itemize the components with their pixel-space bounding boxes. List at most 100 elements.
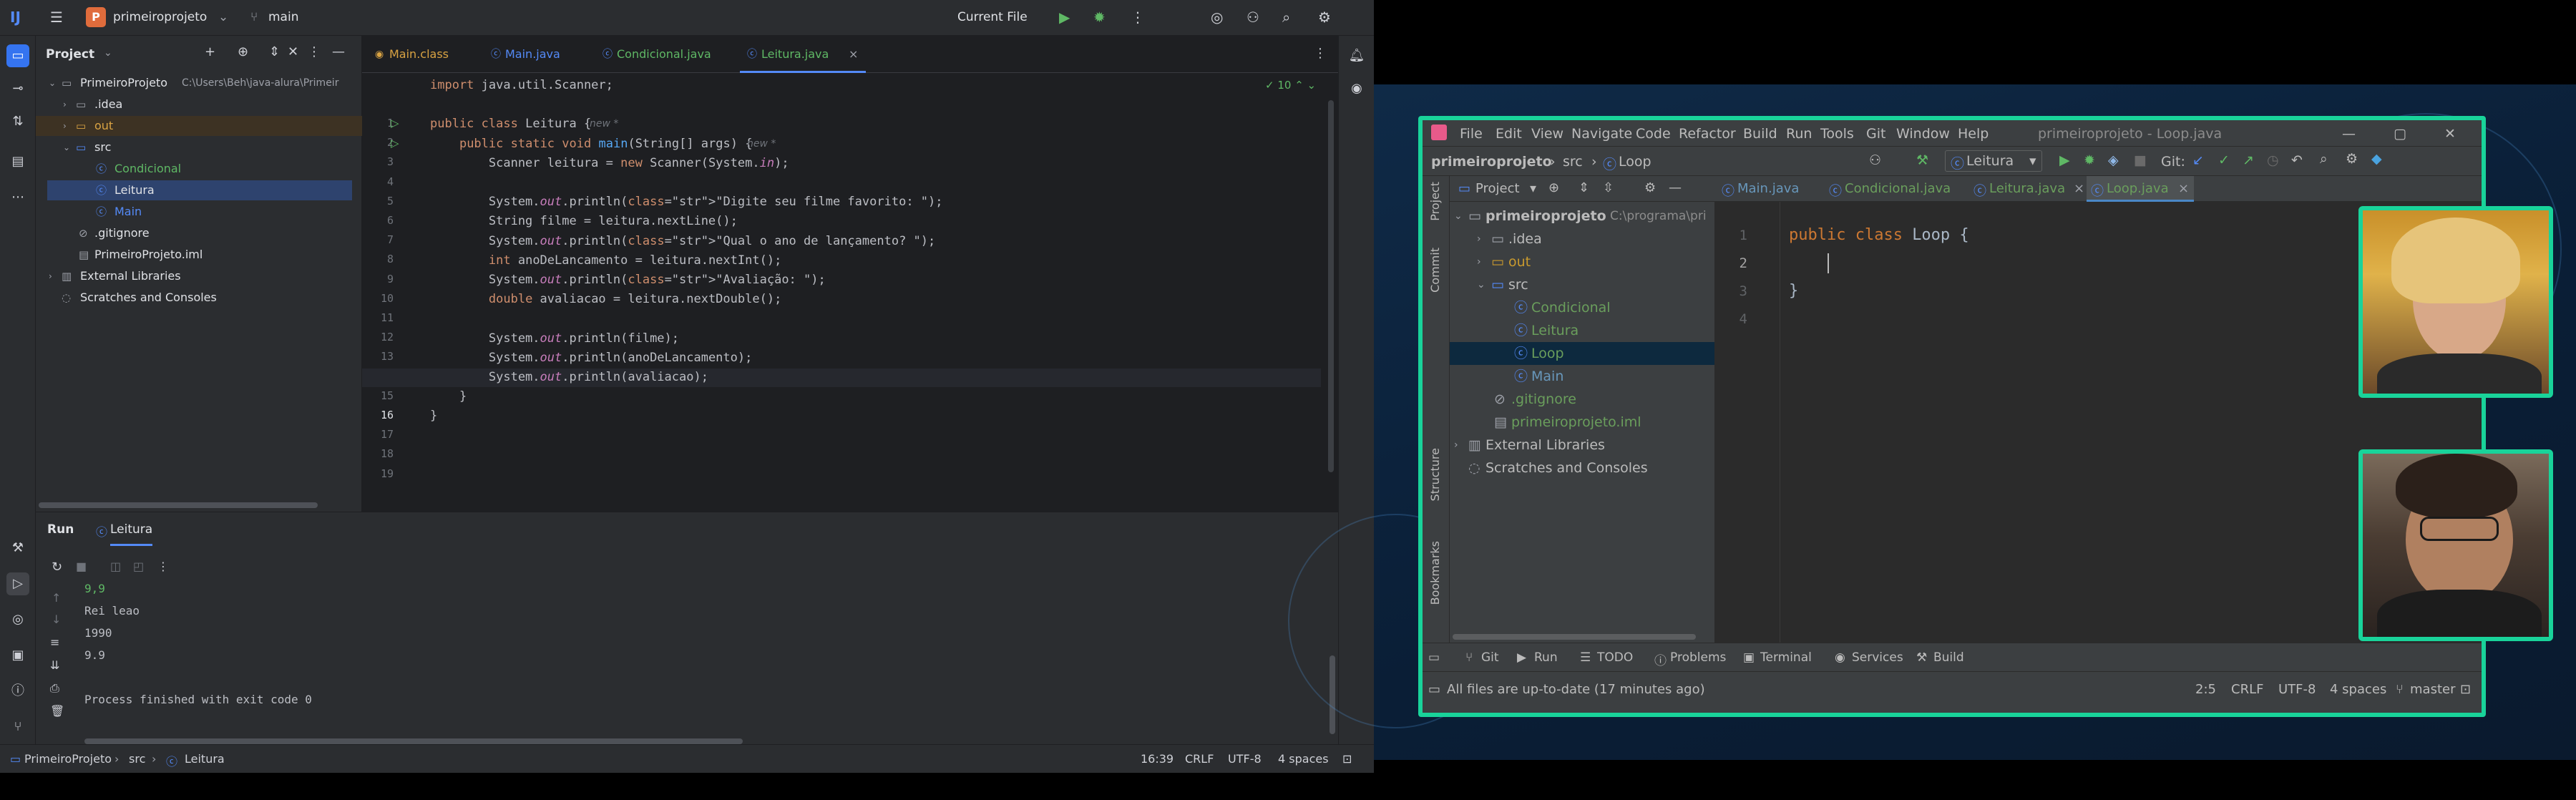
stop-icon[interactable]: ■	[2134, 152, 2147, 168]
run-tab-leitura[interactable]: Leitura	[110, 522, 153, 546]
gutter-run-icon[interactable]: ▷	[391, 117, 399, 130]
hamburger-menu-icon[interactable]: ☰	[50, 9, 63, 26]
file-encoding[interactable]: UTF-8	[2278, 682, 2316, 697]
maximize-icon[interactable]: ▢	[2394, 126, 2406, 142]
menu-code[interactable]: Code	[1636, 126, 1671, 142]
hide-icon[interactable]: —	[1669, 180, 1682, 195]
tab-leitura-java[interactable]: Leitura.java	[1989, 181, 2065, 196]
tree-root[interactable]: ⌄ ▭ PrimeiroProjeto C:\Users\Beh\java-al…	[36, 73, 362, 93]
more-tools-icon[interactable]: ⋯	[6, 186, 29, 209]
tree-item-scratches[interactable]: ◌ Scratches and Consoles	[1450, 457, 1714, 479]
tree-item-iml[interactable]: ▤ primeiroprojeto.iml	[1450, 411, 1714, 434]
scroll-down-icon[interactable]: ↓	[52, 613, 61, 626]
breadcrumb-project[interactable]: PrimeiroProjeto	[24, 752, 112, 766]
ai-assistant-icon[interactable]: ◎	[1211, 9, 1223, 26]
side-tab-bookmarks[interactable]: Bookmarks	[1428, 541, 1442, 605]
tool-services[interactable]: Services	[1852, 650, 1903, 665]
project-switcher[interactable]: primeiroprojeto	[113, 10, 207, 24]
more-icon[interactable]: ⋮	[157, 560, 169, 573]
hide-icon[interactable]: —	[332, 44, 345, 59]
tree-item-out[interactable]: › ▭ out	[1450, 250, 1714, 273]
tree-item-iml[interactable]: ▤ PrimeiroProjeto.iml	[36, 245, 362, 265]
indent-setting[interactable]: 4 spaces	[2330, 682, 2386, 697]
collapse-all-icon[interactable]: ✕	[288, 44, 298, 59]
build-hammer-icon[interactable]: ⚒	[1916, 152, 1928, 168]
sidebar-toggle-icon[interactable]: ▭	[1428, 650, 1440, 665]
debug-icon[interactable]: ✹	[1093, 9, 1106, 26]
line-separator[interactable]: CRLF	[2231, 682, 2263, 697]
tool-todo[interactable]: TODO	[1597, 650, 1633, 665]
editor-scrollbar[interactable]	[1328, 100, 1334, 472]
menu-edit[interactable]: Edit	[1496, 126, 1522, 142]
tree-item-out[interactable]: › ▭ out	[36, 116, 362, 136]
minimize-icon[interactable]: —	[2342, 126, 2356, 142]
gear-icon[interactable]: ⚙	[2346, 151, 2358, 167]
user-icon[interactable]: ⚇	[1869, 152, 1881, 168]
tool-terminal[interactable]: Terminal	[1760, 650, 1812, 665]
breadcrumb-src[interactable]: src	[129, 752, 145, 766]
search-icon[interactable]: ⌕	[2320, 151, 2328, 167]
breadcrumb-project[interactable]: primeiroprojeto	[1431, 154, 1552, 170]
tab-leitura-java[interactable]: ⓒ Leitura.java ×	[740, 36, 866, 73]
problems-tool-icon[interactable]: ⓘ	[6, 680, 29, 703]
tree-item-main[interactable]: ⓒ Main	[1450, 365, 1714, 388]
cursor-position[interactable]: 16:39	[1141, 752, 1174, 766]
expand-all-icon[interactable]: ⇕	[1579, 180, 1589, 195]
git-branch[interactable]: master	[2410, 682, 2455, 697]
run-tool-icon[interactable]: ▷	[6, 572, 29, 595]
scroll-to-end-icon[interactable]: ⇊	[50, 658, 59, 672]
git-tool-icon[interactable]: ⑂	[6, 716, 29, 738]
horizontal-scrollbar[interactable]	[1453, 634, 1696, 640]
close-icon[interactable]: ✕	[2444, 126, 2456, 142]
project-tool-icon[interactable]: ▭	[6, 44, 29, 67]
tab-condicional-java[interactable]: ⓒ Condicional.java	[595, 36, 736, 73]
services-tool-icon[interactable]: ◎	[6, 608, 29, 631]
tab-loop-java[interactable]: Loop.java	[2107, 181, 2169, 196]
tree-item-condicional[interactable]: ⓒ Condicional	[36, 159, 362, 179]
menu-refactor[interactable]: Refactor	[1679, 126, 1736, 142]
console-scrollbar[interactable]	[84, 738, 743, 744]
run-icon[interactable]: ▶	[2059, 152, 2070, 168]
search-icon[interactable]: ⌕	[1282, 9, 1290, 26]
commit-tool-icon[interactable]: ⊸	[6, 77, 29, 100]
project-panel-title[interactable]: Project	[46, 47, 94, 62]
tool-git[interactable]: Git	[1481, 650, 1499, 665]
scroll-up-icon[interactable]: ↑	[52, 591, 61, 605]
expand-all-icon[interactable]: ⇕	[269, 44, 280, 59]
git-update-icon[interactable]: ↙	[2192, 152, 2204, 168]
tree-item-external-libraries[interactable]: › ▥ External Libraries	[1450, 434, 1714, 457]
tab-main-java[interactable]: ⓒ Main.java	[484, 36, 591, 73]
terminal-tool-icon[interactable]: ▣	[6, 644, 29, 667]
tree-item-loop[interactable]: ⓒ Loop	[1450, 342, 1714, 365]
pull-requests-icon[interactable]: ⇅	[6, 110, 29, 133]
trash-icon[interactable]: 🗑︎	[50, 704, 64, 718]
ai-chat-icon[interactable]: ◉	[1345, 77, 1368, 100]
breadcrumb-leitura[interactable]: Leitura	[185, 752, 225, 766]
inspection-widget[interactable]: ✓ 10 ⌃ ⌄	[1265, 79, 1316, 92]
side-tab-project[interactable]: Project	[1428, 182, 1442, 221]
locate-icon[interactable]: ⊕	[238, 44, 248, 59]
tree-root[interactable]: ⌄ ▭ primeiroprojeto C:\programa\pri	[1450, 205, 1714, 228]
tree-item-src[interactable]: ⌄ ▭ src	[36, 137, 362, 157]
jetbrains-ai-icon[interactable]: ◆	[2371, 151, 2382, 167]
git-push-icon[interactable]: ↗	[2243, 152, 2254, 168]
cursor-position[interactable]: 2:5	[2195, 682, 2216, 697]
git-commit-icon[interactable]: ✓	[2218, 152, 2230, 168]
debug-icon[interactable]: ✹	[2084, 152, 2095, 168]
tree-item-gitignore[interactable]: ⊘ .gitignore	[1450, 388, 1714, 411]
stop-icon[interactable]: ■	[76, 560, 87, 573]
tree-item-external-libraries[interactable]: › ▥ External Libraries	[36, 266, 362, 286]
lock-icon[interactable]: ⊡	[1342, 752, 1352, 766]
screenshot-icon[interactable]: ◫	[110, 560, 121, 573]
rerun-icon[interactable]: ↻	[52, 560, 62, 575]
tree-item-src[interactable]: ⌄ ▭ src	[1450, 273, 1714, 296]
close-tab-icon[interactable]: ×	[2178, 181, 2189, 196]
breadcrumb-loop[interactable]: Loop	[1619, 154, 1652, 170]
gear-icon[interactable]: ⚙	[1318, 9, 1331, 26]
structure-tool-icon[interactable]: ▤	[6, 150, 29, 173]
add-icon[interactable]: +	[205, 44, 215, 59]
menu-run[interactable]: Run	[1786, 126, 1812, 142]
restore-layout-icon[interactable]: ◰	[133, 560, 144, 573]
side-tab-structure[interactable]: Structure	[1428, 448, 1442, 501]
menu-help[interactable]: Help	[1958, 126, 1989, 142]
